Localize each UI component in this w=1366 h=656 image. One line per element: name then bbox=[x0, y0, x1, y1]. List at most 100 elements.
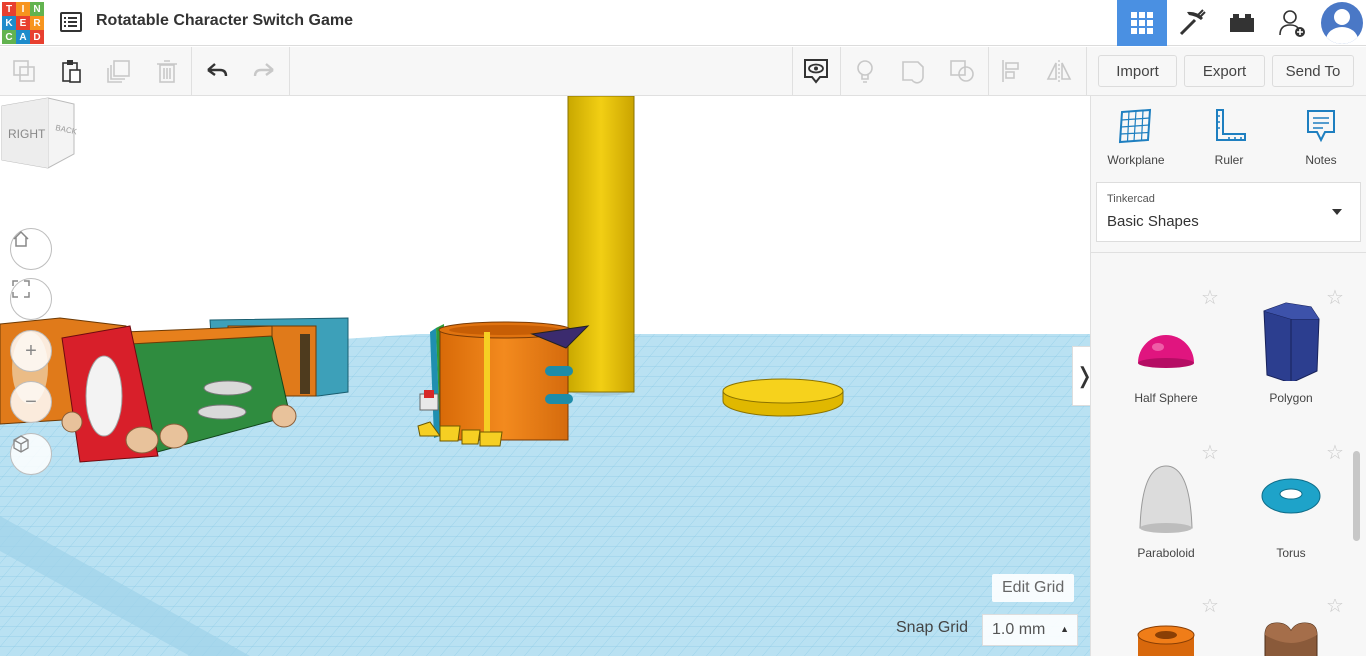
toolbar-divider bbox=[792, 47, 793, 96]
library-category: Tinkercad bbox=[1107, 193, 1155, 205]
align-button[interactable] bbox=[996, 55, 1028, 87]
shapes-panel: Workplane Ruler Notes Tinkercad Basic Sh… bbox=[1090, 96, 1366, 656]
perspective-cube-icon bbox=[13, 435, 29, 453]
caret-up-icon: ▲ bbox=[1060, 624, 1069, 634]
toolbar-divider bbox=[191, 47, 192, 96]
bricks-view-button[interactable] bbox=[1217, 0, 1267, 46]
import-button[interactable]: Import bbox=[1098, 55, 1177, 87]
snap-grid-label: Snap Grid bbox=[896, 619, 969, 636]
align-icon bbox=[1002, 60, 1019, 82]
shape-name: Half Sphere bbox=[1134, 391, 1198, 405]
heart-icon bbox=[1264, 622, 1318, 656]
top-bar: T I N K E R C A D Rotatable Character Sw… bbox=[0, 0, 1366, 46]
zoom-out-button[interactable]: − bbox=[10, 381, 52, 423]
plus-icon: + bbox=[25, 339, 37, 362]
logo-letter: C bbox=[2, 30, 16, 44]
brick-icon bbox=[1230, 14, 1254, 32]
logo-letter: K bbox=[2, 16, 16, 30]
shape-tile-heart[interactable]: ☆ bbox=[1231, 599, 1351, 656]
dropdown-arrow-icon bbox=[1332, 209, 1342, 215]
trash-icon bbox=[157, 60, 177, 83]
shape-name: Paraboloid bbox=[1137, 546, 1195, 560]
3d-workplane-viewport[interactable]: RIGHT BACK + − Edit Grid Snap Grid 1.0 m… bbox=[0, 96, 1090, 656]
shape-tile-half-sphere[interactable]: ☆ Half Sphere bbox=[1106, 287, 1226, 411]
workplane-icon bbox=[1118, 108, 1152, 144]
logo-letter: E bbox=[16, 16, 30, 30]
home-view-button[interactable] bbox=[10, 228, 52, 270]
snap-grid-value: 1.0 mm bbox=[992, 621, 1046, 638]
logo-letter: T bbox=[2, 2, 16, 16]
invite-user-button[interactable] bbox=[1267, 0, 1317, 46]
notes-tool[interactable]: Notes bbox=[1286, 108, 1356, 167]
group-icon bbox=[902, 61, 924, 84]
3d-design-view-button[interactable] bbox=[1117, 0, 1167, 46]
user-avatar-button[interactable] bbox=[1317, 0, 1366, 46]
redo-button[interactable] bbox=[248, 55, 280, 87]
shape-tile-torus[interactable]: ☆ Torus bbox=[1231, 442, 1351, 566]
shape-tile-paraboloid[interactable]: ☆ Paraboloid bbox=[1106, 442, 1226, 566]
shape-library-dropdown[interactable]: Tinkercad Basic Shapes bbox=[1096, 182, 1361, 242]
fit-to-view-icon bbox=[12, 280, 30, 298]
undo-icon bbox=[207, 63, 228, 77]
snap-grid-select[interactable]: 1.0 mm ▲ bbox=[982, 614, 1078, 646]
toolbar-divider bbox=[988, 47, 989, 96]
undo-button[interactable] bbox=[201, 55, 233, 87]
polygon-icon bbox=[1263, 302, 1320, 381]
logo-letter: D bbox=[30, 30, 44, 44]
toolbar-divider bbox=[289, 47, 290, 96]
minecraft-view-button[interactable] bbox=[1167, 0, 1217, 46]
copy-button[interactable] bbox=[8, 55, 40, 87]
fit-view-button[interactable] bbox=[10, 278, 52, 320]
yellow-cylinder-pole[interactable] bbox=[567, 96, 635, 393]
logo-letter: A bbox=[16, 30, 30, 44]
torus-icon bbox=[1261, 478, 1321, 514]
lightbulb-button[interactable] bbox=[849, 55, 881, 87]
duplicate-button[interactable] bbox=[103, 55, 135, 87]
copy-icon bbox=[13, 60, 35, 82]
shape-name: Polygon bbox=[1269, 391, 1313, 405]
toolbar-divider bbox=[1086, 47, 1087, 96]
shape-name: Torus bbox=[1276, 546, 1306, 560]
send-to-button[interactable]: Send To bbox=[1272, 55, 1354, 87]
edit-grid-button[interactable]: Edit Grid bbox=[992, 574, 1075, 602]
workplane-scene bbox=[0, 96, 1090, 656]
zoom-in-button[interactable]: + bbox=[10, 330, 52, 372]
comment-button[interactable] bbox=[800, 55, 832, 87]
delete-button[interactable] bbox=[151, 55, 183, 87]
mirror-button[interactable] bbox=[1043, 55, 1075, 87]
tinkercad-logo[interactable]: T I N K E R C A D bbox=[2, 2, 45, 44]
group-button[interactable] bbox=[898, 55, 930, 87]
export-button[interactable]: Export bbox=[1184, 55, 1265, 87]
ruler-icon bbox=[1216, 109, 1246, 141]
redo-icon bbox=[253, 63, 274, 77]
workplane-tool[interactable]: Workplane bbox=[1101, 108, 1171, 167]
tube-icon bbox=[1137, 625, 1195, 656]
shape-tile-tube[interactable]: ☆ bbox=[1106, 599, 1226, 656]
panel-scrollbar[interactable] bbox=[1353, 451, 1360, 541]
home-icon bbox=[13, 230, 29, 247]
view-cube[interactable]: RIGHT BACK bbox=[0, 96, 80, 170]
design-title[interactable]: Rotatable Character Switch Game bbox=[96, 12, 353, 30]
paraboloid-icon bbox=[1139, 465, 1193, 533]
ungroup-icon bbox=[950, 60, 974, 82]
ruler-tool[interactable]: Ruler bbox=[1194, 108, 1264, 167]
half-sphere-icon bbox=[1138, 335, 1194, 368]
clipboard-icon bbox=[62, 60, 81, 83]
grid-view-icon bbox=[1131, 12, 1153, 34]
panel-divider bbox=[1091, 252, 1366, 253]
orange-character-cylinder[interactable] bbox=[417, 321, 590, 447]
lightbulb-icon bbox=[857, 60, 873, 83]
ungroup-button[interactable] bbox=[946, 55, 978, 87]
shape-tile-polygon[interactable]: ☆ Polygon bbox=[1231, 287, 1351, 411]
viewcube-right-face: RIGHT bbox=[8, 127, 46, 141]
logo-letter: N bbox=[30, 2, 44, 16]
ortho-view-button[interactable] bbox=[10, 433, 52, 475]
paste-button[interactable] bbox=[55, 55, 87, 87]
notes-label: Notes bbox=[1305, 153, 1337, 167]
yellow-coin[interactable] bbox=[722, 378, 844, 417]
minus-icon: − bbox=[25, 390, 37, 413]
library-name: Basic Shapes bbox=[1107, 213, 1199, 230]
pickaxe-icon bbox=[1179, 9, 1206, 36]
design-list-icon[interactable] bbox=[60, 12, 82, 32]
add-user-icon bbox=[1279, 10, 1305, 37]
